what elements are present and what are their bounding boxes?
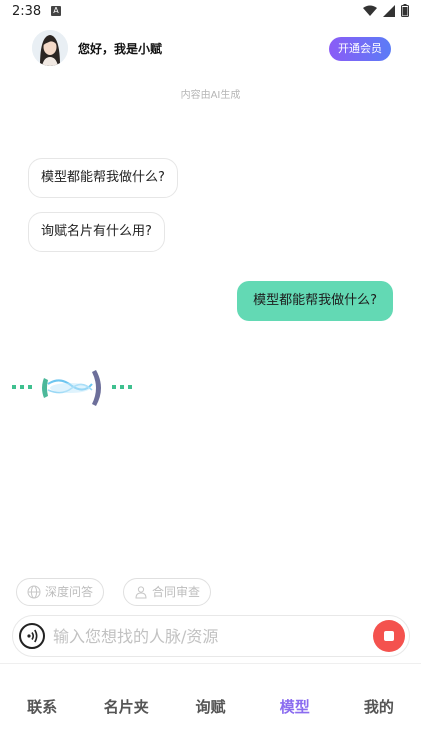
wifi-icon	[363, 5, 377, 16]
tab-card-holder[interactable]: 名片夹	[84, 664, 168, 748]
status-time: 2:38	[12, 4, 42, 19]
sound-wave-icon	[27, 629, 38, 643]
tab-model[interactable]: 模型	[253, 664, 337, 748]
suggestion-bubble[interactable]: 模型都能帮我做什么?	[28, 158, 178, 198]
status-icons	[363, 4, 409, 17]
voice-call-animation-icon	[12, 370, 132, 406]
vip-button[interactable]: 开通会员	[329, 37, 391, 61]
voice-input-button[interactable]	[19, 623, 45, 649]
chip-deep-qa[interactable]: 深度问答	[16, 578, 105, 606]
signal-icon	[383, 4, 395, 17]
bottom-tab-bar: 联系 名片夹 询赋 模型 我的	[0, 664, 421, 748]
chat-header: 您好，我是小赋 开通会员	[0, 30, 421, 70]
suggestion-bubble[interactable]: 询赋名片有什么用?	[28, 212, 165, 252]
tab-mine[interactable]: 我的	[337, 664, 421, 748]
message-input-bar	[12, 615, 410, 657]
stop-button[interactable]	[373, 620, 405, 652]
search-input[interactable]	[53, 622, 363, 650]
chip-label: 合同审查	[152, 585, 201, 599]
battery-icon	[401, 4, 409, 17]
chip-contract-review[interactable]: 合同审查	[123, 578, 212, 606]
tab-contacts[interactable]: 联系	[0, 664, 84, 748]
stop-icon	[384, 631, 394, 641]
greeting-text: 您好，我是小赋	[78, 42, 163, 56]
ai-generated-note: 内容由AI生成	[180, 90, 241, 101]
tab-xunfu[interactable]: 询赋	[168, 664, 252, 748]
a-icon: A	[51, 6, 61, 16]
user-message-bubble: 模型都能帮我做什么?	[237, 281, 393, 321]
globe-icon	[27, 585, 41, 599]
status-bar: 2:38 A	[0, 0, 421, 24]
avatar-portrait-icon	[32, 30, 68, 66]
person-icon	[135, 586, 147, 599]
avatar[interactable]	[32, 30, 68, 66]
chip-label: 深度问答	[45, 585, 94, 599]
